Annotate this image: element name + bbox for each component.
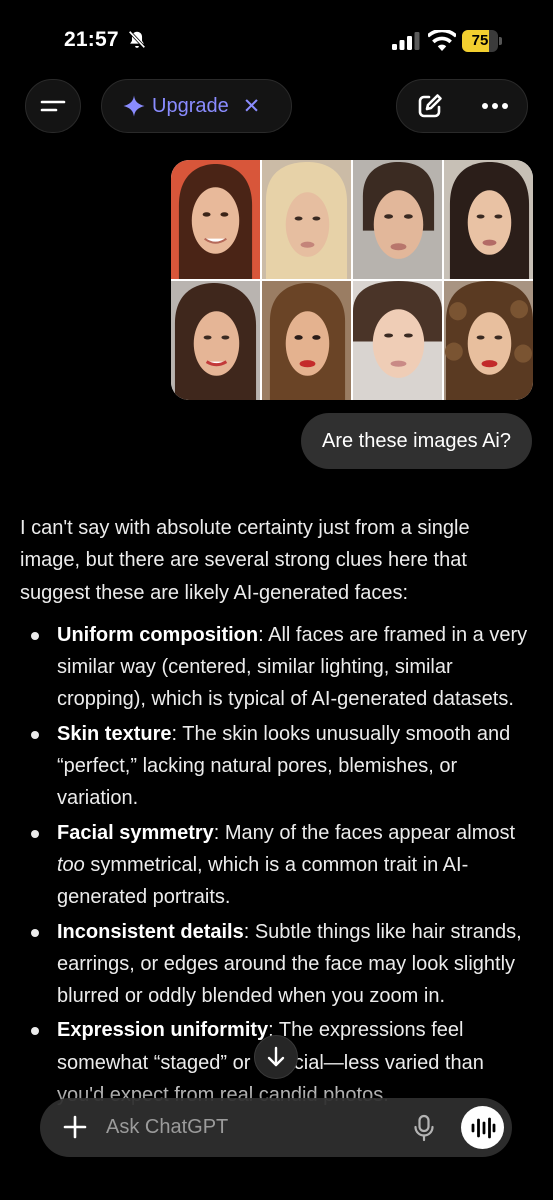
wifi-icon [428, 30, 456, 51]
arrow-down-icon [267, 1046, 285, 1067]
list-item: Skin texture: The skin looks unusually s… [20, 718, 535, 815]
bullet-title: Inconsistent details [57, 920, 244, 943]
bullet-emphasis: too [57, 853, 85, 876]
scroll-to-bottom-button[interactable] [254, 1035, 298, 1079]
status-bar: 21:57 75 [0, 0, 553, 76]
voice-mode-icon [471, 1117, 495, 1138]
mic-icon[interactable] [412, 1114, 436, 1142]
face-image-7 [353, 281, 442, 400]
face-image-4 [444, 160, 533, 279]
list-item: Facial symmetry: Many of the faces appea… [20, 817, 535, 914]
composer [40, 1098, 512, 1157]
user-message-text: Are these images Ai? [322, 429, 511, 452]
battery-level: 75 [471, 32, 489, 49]
voice-mode-button[interactable] [461, 1106, 504, 1149]
attached-image-grid[interactable] [171, 160, 533, 400]
plus-icon[interactable] [62, 1114, 88, 1140]
status-time: 21:57 [64, 28, 119, 51]
header-actions [396, 79, 528, 133]
assistant-intro: I can't say with absolute certainty just… [20, 517, 470, 604]
bullet-title: Uniform composition [57, 623, 259, 646]
bullet-title: Skin texture [57, 722, 172, 745]
bullet-title: Expression uniformity [57, 1019, 269, 1042]
face-image-6 [262, 281, 351, 400]
face-image-3 [353, 160, 442, 279]
list-item: Inconsistent details: Subtle things like… [20, 916, 535, 1013]
battery-icon: 75 [462, 30, 502, 52]
sparkle-icon [123, 95, 145, 117]
upgrade-label: Upgrade [152, 94, 229, 117]
assistant-message: I can't say with absolute certainty just… [20, 512, 535, 1113]
bullet-text: : Many of the faces appear almost [213, 821, 516, 844]
menu-button[interactable] [25, 79, 81, 133]
more-icon[interactable] [481, 102, 509, 110]
bullet-text: symmetrical, which is a common trait in … [57, 853, 469, 909]
face-image-1 [171, 160, 260, 279]
bell-slash-icon [128, 30, 146, 49]
user-message-bubble: Are these images Ai? [301, 413, 532, 469]
list-item: Uniform composition: All faces are frame… [20, 619, 535, 716]
menu-icon [40, 100, 66, 112]
bullet-title: Facial symmetry [57, 821, 214, 844]
edit-icon[interactable] [416, 92, 444, 120]
face-image-2 [262, 160, 351, 279]
close-upgrade-icon[interactable]: ✕ [243, 94, 261, 119]
upgrade-button[interactable]: Upgrade ✕ [101, 79, 292, 133]
chat-input[interactable] [106, 1112, 406, 1142]
face-image-5 [171, 281, 260, 400]
signal-icon [392, 32, 420, 50]
face-image-8 [444, 281, 533, 400]
